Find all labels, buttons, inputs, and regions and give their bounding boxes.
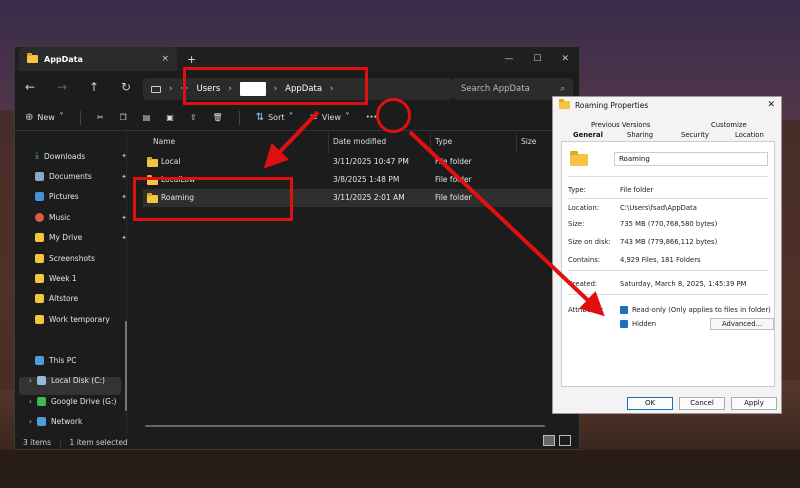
arrow-to-hidden [408,130,605,317]
arrow-to-roaming [263,110,320,169]
annotation-arrows [263,110,605,317]
